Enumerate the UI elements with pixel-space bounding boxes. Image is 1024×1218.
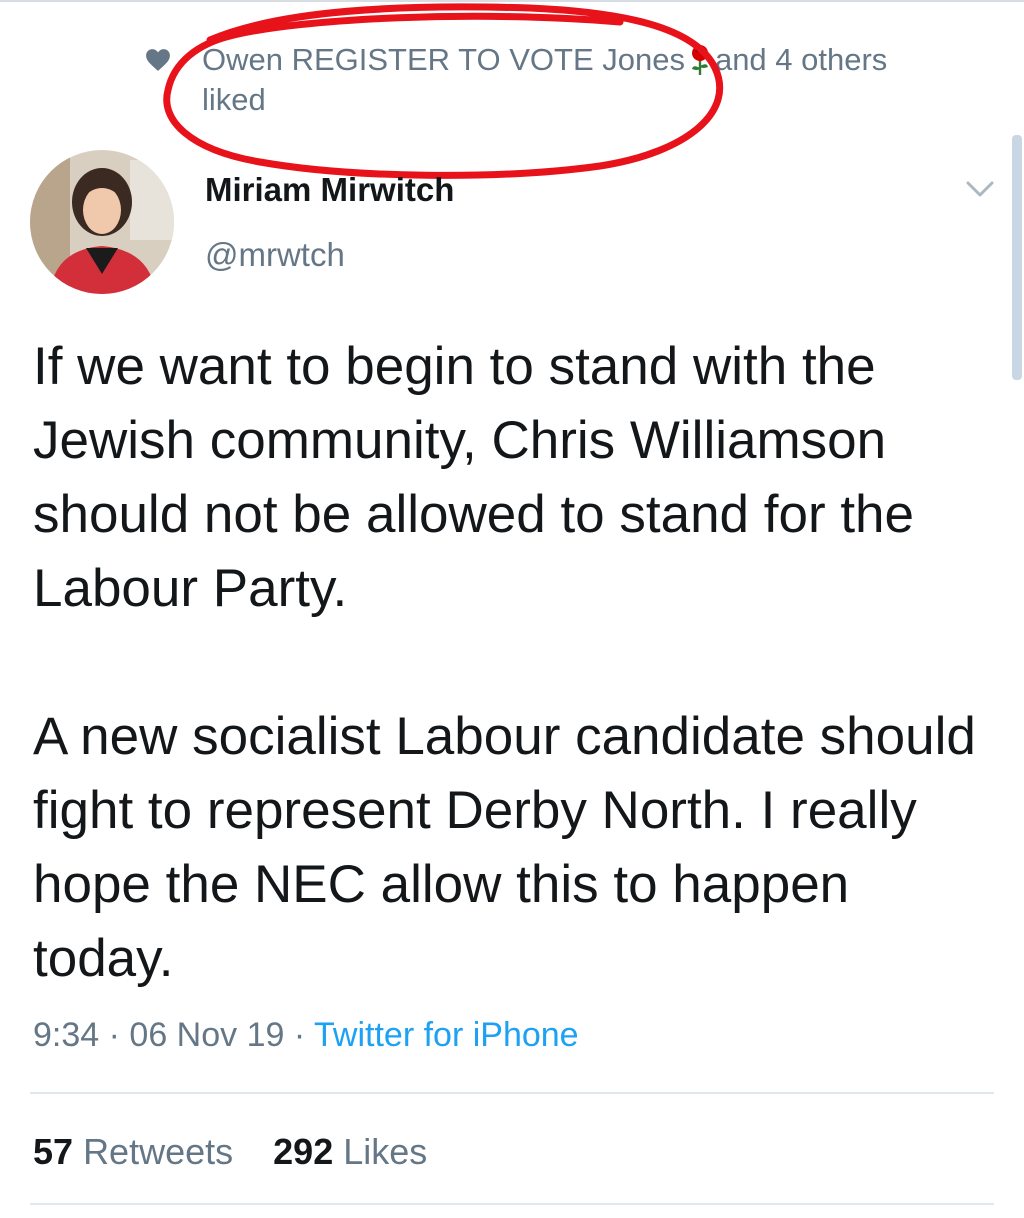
- divider: [30, 1092, 994, 1094]
- heart-icon: [146, 49, 170, 71]
- likes-count: 292: [273, 1131, 334, 1172]
- tweet-stats: 57 Retweets 292 Likes: [33, 1130, 457, 1174]
- tweet-text: If we want to begin to stand with the Je…: [33, 330, 993, 996]
- others-text: and 4 others: [714, 42, 888, 77]
- retweets-count: 57: [33, 1131, 74, 1172]
- tweet-time: 9:34: [33, 1016, 100, 1054]
- rose-icon: [691, 45, 708, 75]
- context-text: Owen REGISTER TO VOTE Jones and 4 others l…: [202, 40, 962, 120]
- tweet-source-link[interactable]: Twitter for iPhone: [314, 1016, 579, 1054]
- divider: [30, 1203, 994, 1205]
- retweets-stat[interactable]: 57 Retweets: [33, 1131, 233, 1172]
- likes-stat[interactable]: 292 Likes: [273, 1131, 427, 1172]
- avatar-photo: [30, 150, 174, 294]
- meta-separator: ·: [99, 1016, 130, 1054]
- chevron-down-icon[interactable]: [963, 175, 997, 203]
- author-name[interactable]: Miriam Mirwitch: [205, 171, 454, 209]
- meta-separator: ·: [284, 1016, 315, 1054]
- likes-label: Likes: [343, 1131, 428, 1172]
- tweet-date: 06 Nov 19: [129, 1016, 285, 1054]
- retweets-label: Retweets: [83, 1131, 234, 1172]
- tweet-meta: 9:34 · 06 Nov 19 · Twitter for iPhone: [33, 1013, 579, 1057]
- tweet-paragraph: A new socialist Labour candidate should …: [33, 707, 976, 988]
- action-text: liked: [202, 82, 266, 117]
- scrollbar[interactable]: [1012, 135, 1022, 380]
- top-border: [0, 0, 1024, 2]
- author-handle[interactable]: @mrwtch: [205, 235, 345, 275]
- tweet-paragraph: If we want to begin to stand with the Je…: [33, 337, 914, 618]
- liker-name[interactable]: Owen REGISTER TO VOTE Jones: [202, 42, 685, 77]
- avatar[interactable]: [30, 150, 174, 294]
